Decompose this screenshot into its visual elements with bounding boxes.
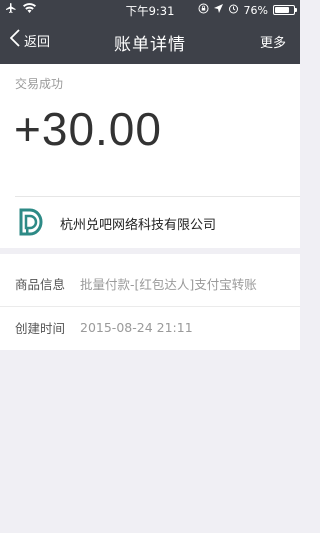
top-bar: 下午9:31 76% 返回 账单详情 更多 [0,0,300,64]
divider [15,196,300,197]
battery-percent: 76% [243,3,268,17]
alarm-icon [228,3,239,17]
bill-summary-card: 交易成功 +30.00 杭州兑吧网络科技有限公司 [0,64,300,248]
transaction-status: 交易成功 [15,77,64,91]
more-button[interactable]: 更多 [260,32,286,51]
battery-icon [273,5,297,15]
page-title: 账单详情 [114,35,186,55]
merchant-logo-icon [18,208,44,236]
detail-label: 商品信息 [15,276,66,292]
status-bar: 下午9:31 76% [0,0,300,20]
bill-details: 商品信息 批量付款-[红包达人]支付宝转账 创建时间 2015-08-24 21… [0,254,300,350]
battery-fill [275,7,289,13]
location-icon [213,3,223,17]
transaction-amount: +30.00 [14,103,162,155]
merchant-name: 杭州兑吧网络科技有限公司 [60,218,217,233]
detail-label: 创建时间 [15,320,66,336]
detail-row-product: 商品信息 批量付款-[红包达人]支付宝转账 [0,260,300,306]
nav-bar: 返回 账单详情 更多 [0,20,300,64]
status-right: 76% [198,3,297,17]
rotation-lock-icon [198,3,209,17]
detail-row-created-time: 创建时间 2015-08-24 21:11 [0,304,300,350]
detail-value: 批量付款-[红包达人]支付宝转账 [80,276,257,292]
detail-value: 2015-08-24 21:11 [80,319,193,335]
